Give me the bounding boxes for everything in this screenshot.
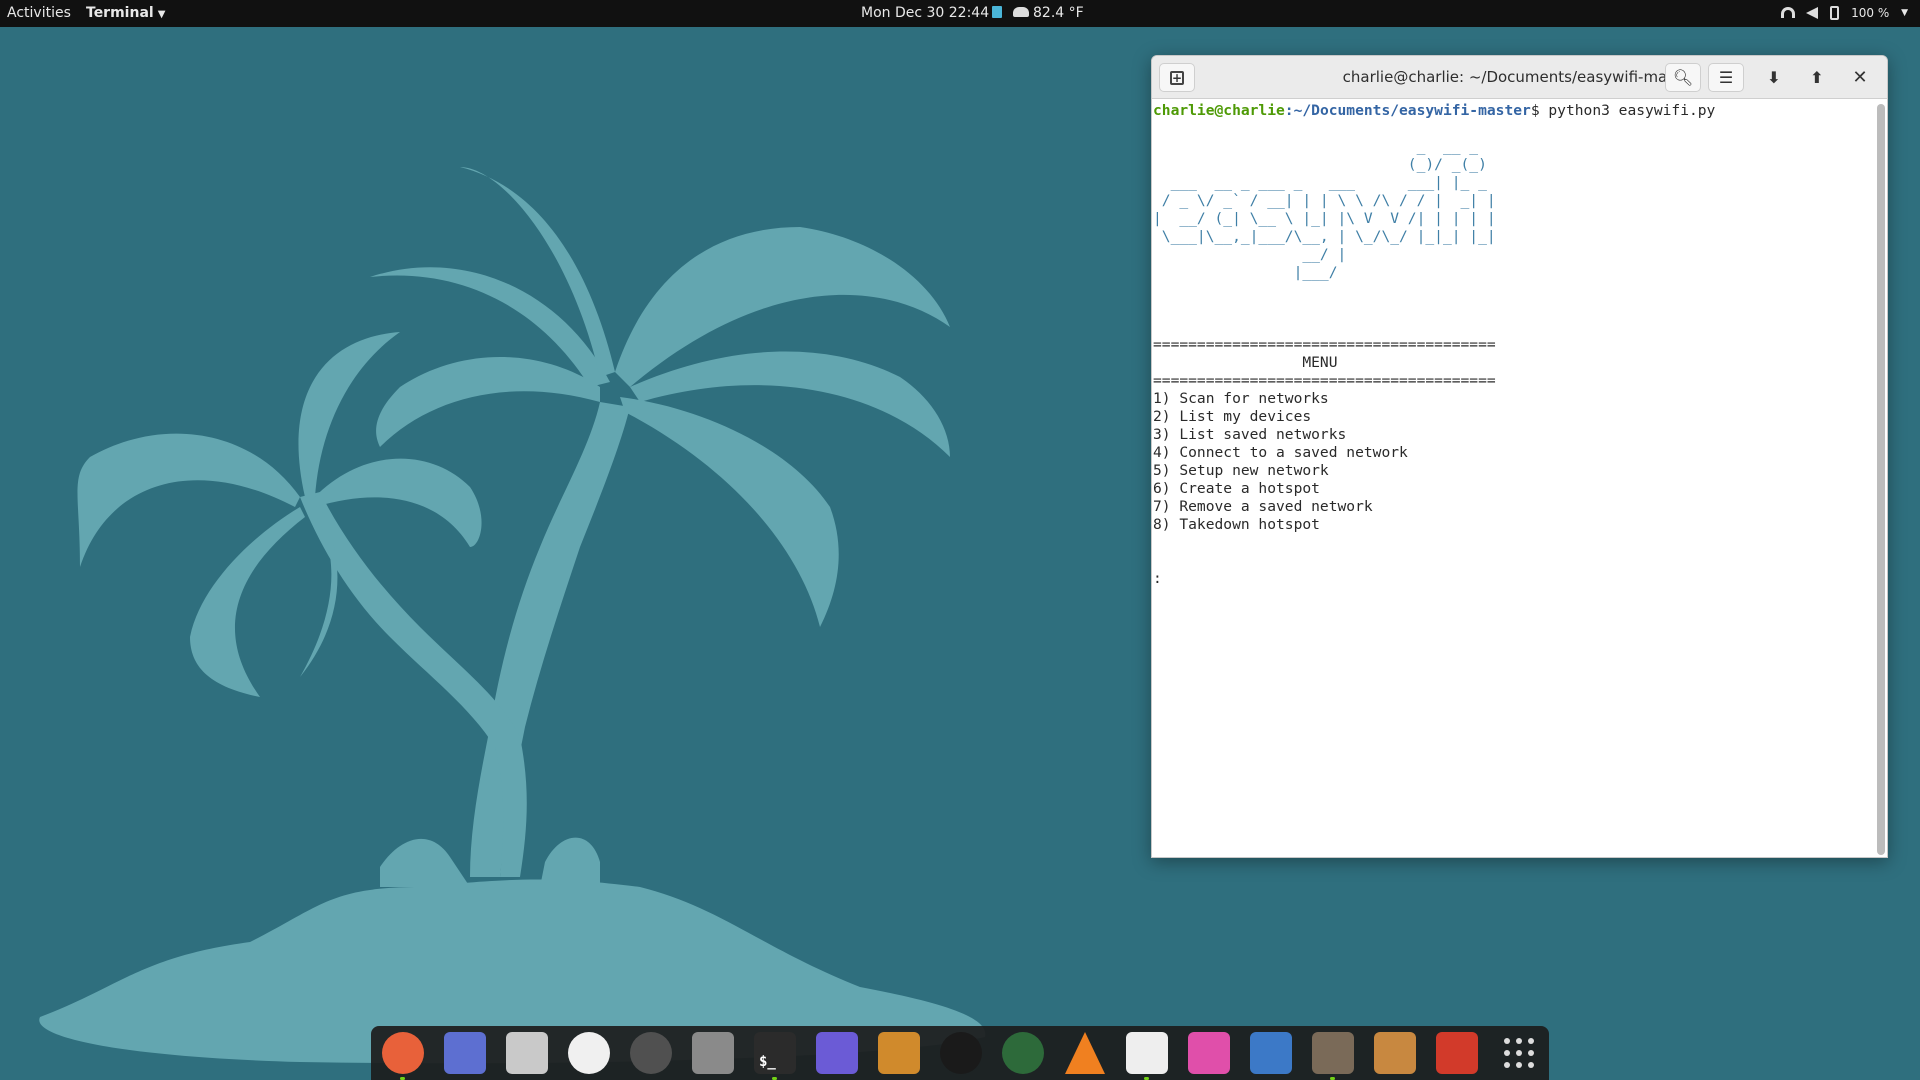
terminal-output[interactable]: charlie@charlie:~/Documents/easywifi-mas… [1152, 100, 1875, 857]
close-icon: ✕ [1852, 67, 1868, 88]
dock-app-files[interactable] [441, 1029, 489, 1077]
menu-item: 2) List my devices [1153, 408, 1312, 425]
cocktail-icon [878, 1032, 920, 1074]
video-editor-icon [1250, 1032, 1292, 1074]
input-prompt[interactable]: : [1153, 570, 1875, 588]
clock-label: Mon Dec 30 22:44 [861, 5, 990, 21]
screen-recorder-icon [568, 1032, 610, 1074]
dock-app-trash[interactable] [1433, 1029, 1481, 1077]
menu-item: 6) Create a hotspot [1153, 480, 1320, 497]
password-manager-icon [1188, 1032, 1230, 1074]
banner-line: |___/ [1153, 264, 1338, 281]
menu-item: 5) Setup new network [1153, 462, 1329, 479]
firefox-icon [382, 1032, 424, 1074]
hamburger-menu-icon: ☰ [1718, 68, 1734, 87]
menu-item: 1) Scan for networks [1153, 390, 1329, 407]
show-applications-button[interactable] [1495, 1029, 1543, 1077]
obs-studio-icon [940, 1032, 982, 1074]
audio-editor-icon [816, 1032, 858, 1074]
menu-item: 7) Remove a saved network [1153, 498, 1373, 515]
banner-line: _ __ _ [1153, 138, 1479, 155]
menu-title: MENU [1153, 354, 1338, 371]
separator-line: ======================================= [1153, 372, 1496, 389]
files-icon [444, 1032, 486, 1074]
menu-item: 4) Connect to a saved network [1153, 444, 1408, 461]
menu-item: 8) Takedown hotspot [1153, 516, 1320, 533]
menu-button[interactable]: ☰ [1708, 63, 1744, 92]
notification-icon [992, 6, 1003, 18]
camera-icon [1002, 1032, 1044, 1074]
dock-app-terminal[interactable]: $_ [751, 1029, 799, 1080]
maximize-button[interactable]: ⬆ [1799, 63, 1835, 92]
search-button[interactable]: 🔍︎ [1665, 63, 1701, 92]
banner-line: \___|\__,_|___/\__, | \_/\_/ |_|_| |_| [1153, 228, 1496, 245]
dock-app-firefox[interactable] [379, 1029, 427, 1080]
weather-indicator[interactable]: 82.4 °F [1013, 5, 1084, 21]
ascii-banner: _ __ _ (_)/ _(_) ___ __ _ ___ _ ___ ___|… [1153, 138, 1875, 282]
dock-app-paint[interactable] [1371, 1029, 1419, 1077]
prompt-path: :~/Documents/easywifi-master [1284, 102, 1531, 119]
new-tab-button[interactable]: + [1159, 63, 1195, 92]
search-icon: 🔍︎ [1672, 68, 1694, 87]
weather-cloud-icon [1013, 7, 1029, 17]
dock-app-gnome[interactable] [627, 1029, 675, 1077]
chevron-down-icon: ▼ [1901, 7, 1908, 18]
dock-app-password-manager[interactable] [1185, 1029, 1233, 1077]
rhythmbox-icon [506, 1032, 548, 1074]
close-button[interactable]: ✕ [1842, 63, 1878, 92]
terminal-scrollbar[interactable] [1877, 104, 1885, 855]
dock-app-obs-studio[interactable] [937, 1029, 985, 1077]
volume-icon [1806, 6, 1819, 19]
prompt-command: python3 easywifi.py [1539, 102, 1716, 119]
prompt-user: charlie@charlie [1153, 102, 1285, 119]
banner-line: __/ | [1153, 246, 1347, 263]
banner-line: / _ \/ _` / __| | | \ \ /\ / / | _| | [1153, 192, 1496, 209]
dock-app-vlc[interactable] [1061, 1029, 1109, 1077]
banner-line: | __/ (_| \__ \ |_| |\ V V /| | | | | [1153, 210, 1496, 227]
trash-icon [1436, 1032, 1478, 1074]
gimp-icon [1312, 1032, 1354, 1074]
top-bar: Activities Terminal ▼ Mon Dec 30 22:44 82… [0, 0, 1920, 27]
dock: $_ [371, 1026, 1549, 1080]
system-tray[interactable]: 100 % ▼ [1773, 5, 1908, 20]
arrow-up-icon: ⬆ [1810, 68, 1824, 87]
terminal-icon: $_ [754, 1032, 796, 1074]
activities-button[interactable]: Activities [7, 5, 71, 21]
menu-item: 3) List saved networks [1153, 426, 1347, 443]
dock-app-screen-recorder[interactable] [565, 1029, 613, 1077]
dock-app-cocktail[interactable] [875, 1029, 923, 1077]
gnome-icon [630, 1032, 672, 1074]
dock-app-rhythmbox[interactable] [503, 1029, 551, 1077]
text-editor-icon [1126, 1032, 1168, 1074]
new-tab-icon: + [1170, 70, 1184, 85]
separator-line: ======================================= [1153, 336, 1496, 353]
chevron-down-icon: ▼ [157, 9, 166, 20]
app-menu-button[interactable]: Terminal ▼ [86, 5, 165, 21]
dock-app-camera[interactable] [999, 1029, 1047, 1077]
dock-app-text-editor[interactable] [1123, 1029, 1171, 1080]
dock-app-settings[interactable] [689, 1029, 737, 1077]
banner-line: ___ __ _ ___ _ ___ ___| |_ _ [1153, 174, 1487, 191]
banner-line: (_)/ _(_) [1153, 156, 1487, 173]
battery-icon [1830, 5, 1840, 20]
prompt-symbol: $ [1530, 102, 1540, 119]
dock-app-gimp[interactable] [1309, 1029, 1357, 1080]
app-grid-icon [1504, 1038, 1534, 1068]
clock-button[interactable]: Mon Dec 30 22:44 [861, 5, 1003, 21]
dock-app-video-editor[interactable] [1247, 1029, 1295, 1077]
settings-icon [692, 1032, 734, 1074]
minimize-button[interactable]: ⬇ [1756, 63, 1792, 92]
battery-label: 100 % [1851, 5, 1890, 20]
arrow-down-icon: ⬇ [1767, 68, 1781, 87]
paint-icon [1374, 1032, 1416, 1074]
app-menu-label: Terminal [86, 5, 154, 21]
dock-app-audio-editor[interactable] [813, 1029, 861, 1077]
terminal-window[interactable]: + charlie@charlie: ~/Documents/easywifi-… [1151, 55, 1888, 858]
wifi-icon [1780, 7, 1795, 18]
weather-label: 82.4 °F [1033, 5, 1084, 21]
prompt-line: charlie@charlie:~/Documents/easywifi-mas… [1153, 102, 1875, 120]
vlc-icon [1065, 1032, 1105, 1074]
terminal-titlebar[interactable]: + charlie@charlie: ~/Documents/easywifi-… [1152, 56, 1887, 99]
